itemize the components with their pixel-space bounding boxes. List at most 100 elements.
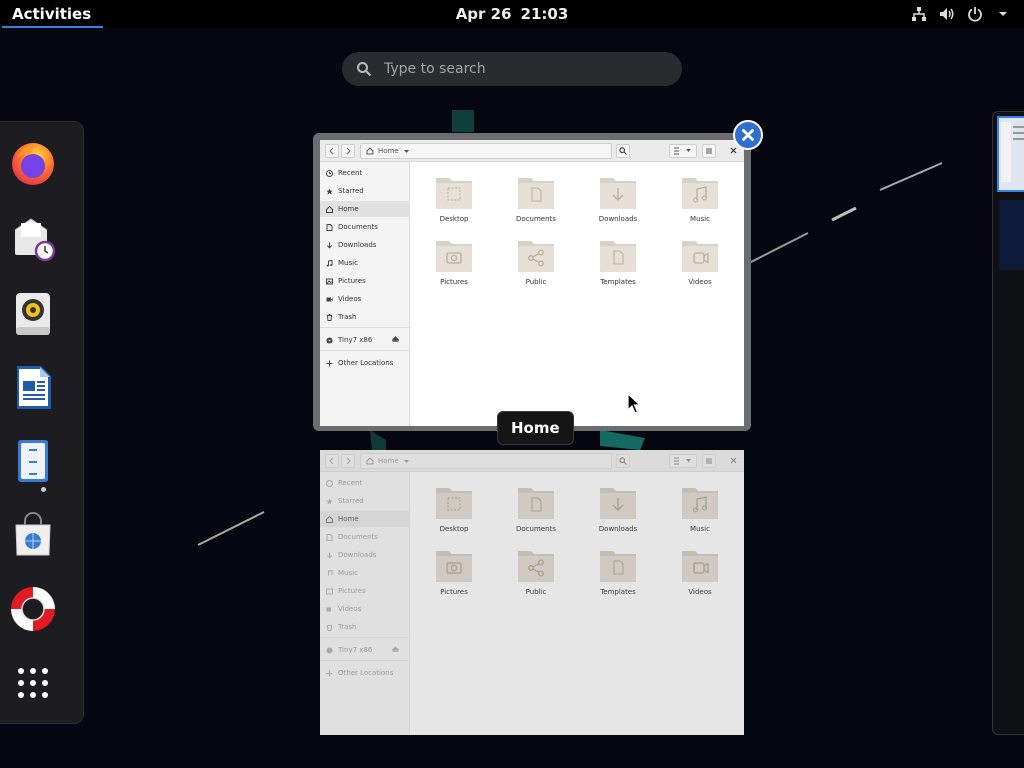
folder-public[interactable]: Public: [506, 545, 566, 605]
folder-desktop[interactable]: Desktop: [424, 172, 484, 232]
clock-time[interactable]: 21:03: [521, 5, 569, 23]
sidebar-separator: [320, 637, 410, 638]
app-grid-icon[interactable]: [5, 655, 61, 711]
download-icon: [326, 552, 333, 559]
music-folder-icon: [682, 178, 718, 209]
activities-button[interactable]: Activities: [0, 0, 104, 28]
folder-documents[interactable]: Documents: [506, 482, 566, 542]
path-bar[interactable]: Home: [360, 453, 612, 469]
sidebar-item-starred[interactable]: Starred: [320, 183, 410, 199]
view-options-button[interactable]: [669, 144, 697, 158]
shopping-bag-icon[interactable]: [5, 507, 61, 563]
folder-templates[interactable]: Templates: [588, 235, 648, 295]
folder-pictures[interactable]: Pictures: [424, 235, 484, 295]
search-icon: [619, 147, 627, 155]
folder-templates[interactable]: Templates: [588, 545, 648, 605]
folder-label: Desktop: [439, 215, 469, 223]
clock[interactable]: Apr 26 21:03: [0, 0, 1024, 28]
files-window-preview-secondary[interactable]: Home Recent Starred Home Documents Downl…: [320, 450, 744, 735]
sidebar-item-recent[interactable]: Recent: [320, 165, 410, 181]
close-icon: [742, 129, 754, 141]
back-button[interactable]: [325, 144, 339, 158]
sidebar-item-recent[interactable]: Recent: [320, 475, 410, 491]
document-icon[interactable]: [5, 359, 61, 415]
disc-icon: [326, 337, 333, 344]
path-bar[interactable]: Home: [360, 143, 612, 159]
chevron-right-icon: [346, 457, 351, 465]
sidebar-item-other-locations[interactable]: Other Locations: [320, 665, 410, 681]
eject-icon[interactable]: [391, 336, 400, 345]
search-entry[interactable]: [342, 52, 682, 86]
search-button[interactable]: [616, 144, 630, 158]
folder-downloads[interactable]: Downloads: [588, 172, 648, 232]
sidebar-item-documents[interactable]: Documents: [320, 219, 410, 235]
sidebar-item-home[interactable]: Home: [320, 511, 410, 527]
sidebar-item-tiny7[interactable]: Tiny7 x86: [320, 642, 410, 658]
search-button[interactable]: [616, 454, 630, 468]
menu-button[interactable]: [702, 454, 716, 468]
folder-documents[interactable]: Documents: [506, 172, 566, 232]
sidebar-item-other-locations[interactable]: Other Locations: [320, 355, 410, 371]
sidebar-item-home[interactable]: Home: [320, 201, 410, 217]
sidebar-item-label: Tiny7 x86: [338, 646, 373, 654]
back-button[interactable]: [325, 454, 339, 468]
list-view-icon: [674, 147, 691, 155]
network-icon[interactable]: [910, 5, 928, 23]
chevron-down-icon[interactable]: [994, 5, 1012, 23]
firefox-icon[interactable]: [5, 135, 61, 191]
star-icon: [326, 498, 333, 505]
sidebar-item-pictures[interactable]: Pictures: [320, 583, 410, 599]
videos-folder-icon: [682, 551, 718, 582]
sidebar-item-music[interactable]: Music: [320, 565, 410, 581]
sidebar-item-trash[interactable]: Trash: [320, 619, 410, 635]
folder-downloads[interactable]: Downloads: [588, 482, 648, 542]
music-folder-icon: [682, 488, 718, 519]
folder-desktop[interactable]: Desktop: [424, 482, 484, 542]
workspace-window-thumbnail[interactable]: [997, 116, 1024, 192]
system-tray[interactable]: [910, 0, 1012, 28]
folder-music[interactable]: Music: [670, 482, 730, 542]
close-window-button[interactable]: [728, 455, 738, 465]
folder-pictures[interactable]: Pictures: [424, 545, 484, 605]
sidebar-item-starred[interactable]: Starred: [320, 493, 410, 509]
sidebar-item-trash[interactable]: Trash: [320, 309, 410, 325]
mail-clock-icon[interactable]: [5, 211, 61, 267]
search-icon: [619, 457, 627, 465]
close-window-button[interactable]: [728, 145, 738, 155]
sidebar-item-videos[interactable]: Videos: [320, 291, 410, 307]
eject-icon[interactable]: [391, 646, 400, 655]
next-workspace-thumbnail[interactable]: [992, 111, 1024, 735]
home-icon: [366, 147, 374, 155]
lifebuoy-icon[interactable]: [5, 581, 61, 637]
folder-label: Public: [525, 588, 547, 596]
power-icon[interactable]: [966, 5, 984, 23]
folder-music[interactable]: Music: [670, 172, 730, 232]
sidebar-item-videos[interactable]: Videos: [320, 601, 410, 617]
forward-button[interactable]: [341, 144, 355, 158]
folder-public[interactable]: Public: [506, 235, 566, 295]
forward-button[interactable]: [341, 454, 355, 468]
folder-videos[interactable]: Videos: [670, 235, 730, 295]
file-cabinet-icon[interactable]: [5, 433, 61, 489]
clock-date[interactable]: Apr 26: [456, 5, 512, 23]
close-window-overview-button[interactable]: [733, 120, 763, 150]
desktop-folder-icon: [436, 488, 472, 519]
public-folder-icon: [518, 551, 554, 582]
files-window-preview[interactable]: Home Recent Starred Home Documents Downl…: [320, 140, 744, 426]
sidebar-item-pictures[interactable]: Pictures: [320, 273, 410, 289]
close-icon: [730, 457, 736, 463]
speaker-icon[interactable]: [5, 285, 61, 341]
sidebar-item-tiny7[interactable]: Tiny7 x86: [320, 332, 410, 348]
folder-label: Pictures: [440, 588, 468, 596]
sidebar-item-downloads[interactable]: Downloads: [320, 547, 410, 563]
sidebar-item-documents[interactable]: Documents: [320, 529, 410, 545]
menu-button[interactable]: [702, 144, 716, 158]
folder-label: Videos: [688, 588, 712, 596]
sidebar-item-downloads[interactable]: Downloads: [320, 237, 410, 253]
volume-icon[interactable]: [938, 5, 956, 23]
sidebar-item-music[interactable]: Music: [320, 255, 410, 271]
downloads-folder-icon: [600, 488, 636, 519]
search-input[interactable]: [384, 56, 664, 82]
view-options-button[interactable]: [669, 454, 697, 468]
folder-videos[interactable]: Videos: [670, 545, 730, 605]
